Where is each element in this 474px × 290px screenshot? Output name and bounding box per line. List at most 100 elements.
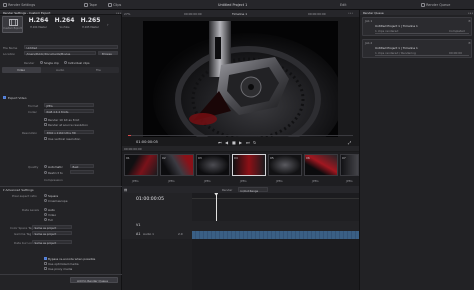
render-job[interactable]: Job 1 × Untitled Project 1 | Timeline 1 … — [362, 17, 472, 36]
render-10bit-checkbox[interactable] — [44, 118, 47, 121]
preset-youtube[interactable]: H.264 YouTube — [54, 16, 75, 33]
zoom-level[interactable]: 27% — [124, 12, 130, 16]
clip-codec: JPEG — [312, 179, 319, 183]
render-range-select[interactable]: In/Out Range — [238, 187, 268, 193]
file-name-input[interactable]: Untitled — [24, 45, 118, 50]
tab-video[interactable]: Video — [2, 67, 41, 73]
resolution-select[interactable]: 3840 x 2160 Ultra HD — [44, 130, 94, 135]
go-to-start-button[interactable]: ⏮ — [218, 140, 222, 145]
timeline-view-icon[interactable]: ▤ — [124, 188, 127, 192]
clip-thumbnail-selected[interactable]: 04 — [232, 154, 266, 176]
scrubber-track[interactable] — [128, 135, 353, 136]
bypass-reencode-label: Bypass re-encode when possible — [48, 257, 96, 261]
single-clip-radio[interactable] — [40, 61, 43, 64]
source-resolution-checkbox[interactable] — [44, 123, 47, 126]
render-10bit-label: Render 10 bit as 8 bit — [48, 118, 80, 122]
more-options-icon[interactable]: ••• — [116, 11, 121, 15]
clip-thumbnail[interactable]: 02 — [160, 154, 194, 176]
vertical-resolution-checkbox[interactable] — [44, 137, 47, 140]
data-burn-select[interactable]: Same as project — [32, 240, 72, 245]
single-clip-label: Single clip — [44, 61, 59, 65]
data-burn-label: Data burn-in — [14, 241, 33, 245]
timeline-name[interactable]: Timeline 1 — [232, 12, 247, 16]
clip-codec: JPEG — [204, 179, 211, 183]
clips-toggle[interactable]: Clips — [108, 2, 121, 7]
video-frame — [143, 21, 338, 137]
clip-index-bar: 00:00:00:00 — [122, 146, 359, 151]
individual-clips-label: Individual clips — [68, 61, 90, 65]
tab-audio[interactable]: Audio — [41, 67, 80, 73]
data-full-radio[interactable] — [44, 218, 47, 221]
proxy-media-checkbox[interactable] — [44, 267, 47, 270]
timecode-in: 00:00:00:00 — [184, 11, 202, 16]
track-a1: A1 Audio 1 2.0 — [122, 230, 359, 239]
stop-button[interactable]: ■ — [232, 140, 236, 145]
timecode-out: 00:00:00:00 — [308, 11, 326, 16]
data-auto-radio[interactable] — [44, 208, 47, 211]
viewer-options-icon[interactable]: ••• — [348, 11, 353, 15]
tab-file[interactable]: File — [80, 67, 119, 73]
quality-automatic-radio[interactable] — [44, 165, 47, 168]
fullscreen-icon[interactable]: ⤢ — [348, 140, 351, 145]
gamma-select[interactable]: Same as project — [32, 231, 72, 236]
queue-options-icon[interactable]: ••• — [468, 11, 473, 15]
settings-tabs: Video Audio File — [2, 67, 119, 73]
render-queue-header: Render Queue ••• — [360, 10, 474, 15]
audio-track-name: Audio 1 — [143, 232, 154, 237]
color-space-select[interactable]: Same as project — [32, 225, 72, 230]
clip-thumbnail[interactable]: 05 — [268, 154, 302, 176]
clip-codec: JPEG — [276, 179, 283, 183]
clip-thumbnail[interactable]: 01 — [124, 154, 158, 176]
preset-custom-export[interactable]: Custom Export — [2, 16, 23, 33]
go-to-end-button[interactable]: ⏭ — [246, 140, 250, 145]
pixel-cinemascope-radio[interactable] — [44, 199, 47, 202]
render-job[interactable]: Job 2 × Untitled Project 1 | Timeline 1 … — [362, 39, 472, 58]
individual-clips-radio[interactable] — [64, 61, 67, 64]
render-settings-toggle[interactable]: Render Settings — [3, 2, 35, 7]
pixel-square-radio[interactable] — [44, 194, 47, 197]
clip-codec: JPEG — [168, 179, 175, 183]
preset-h265-master[interactable]: H.265 H.265 Master — [80, 16, 101, 33]
codec-select[interactable]: RGB 4:4:4 8 bits — [44, 109, 94, 114]
loop-button[interactable]: ↻ — [253, 140, 256, 145]
clip-strip: 01 02 03 04 05 06 07 JPEG JPEG JPEG JPEG… — [122, 152, 359, 186]
vertical-resolution-label: Use vertical resolution — [48, 137, 81, 141]
location-label: Location — [3, 52, 16, 56]
color-space-label: Color Space Tag — [10, 226, 34, 230]
tape-toggle[interactable]: Tape — [84, 2, 97, 7]
pixel-aspect-label: Pixel aspect ratio — [12, 194, 37, 198]
play-button[interactable]: ▶ — [239, 140, 242, 145]
optimized-media-checkbox[interactable] — [44, 262, 47, 265]
optimized-media-label: Use optimized media — [48, 262, 79, 266]
data-video-radio[interactable] — [44, 213, 47, 216]
data-levels-label: Data Levels — [22, 208, 39, 212]
render-queue-toggle[interactable]: Render Queue — [421, 2, 450, 7]
audio-clip[interactable] — [192, 230, 359, 239]
presets-scroll-icon[interactable]: › — [107, 22, 117, 27]
location-input[interactable]: /Users/Public/Documents/Movies — [24, 51, 96, 56]
quality-restrict-radio[interactable] — [44, 171, 47, 174]
browse-button[interactable]: Browse — [98, 51, 118, 56]
remove-job-icon[interactable]: × — [468, 41, 471, 45]
codec-label: Codec — [28, 110, 37, 114]
bypass-reencode-checkbox[interactable] — [44, 257, 47, 260]
render-settings-title: Render Settings - Custom Export — [3, 10, 51, 15]
advanced-settings-toggle[interactable]: ▾ Advanced Settings — [3, 188, 34, 192]
play-reverse-button[interactable]: ◀ — [225, 140, 228, 145]
quality-best-select[interactable]: Best — [70, 164, 94, 169]
format-select[interactable]: JPEG — [44, 103, 94, 108]
export-video-checkbox[interactable] — [3, 96, 6, 99]
remove-job-icon[interactable]: × — [468, 19, 471, 23]
data-full-label: Full — [48, 218, 53, 222]
clip-codec: JPEG — [346, 179, 353, 183]
current-timecode: 01:00:00:05 — [136, 140, 158, 144]
add-to-render-queue-button[interactable]: Add to Render Queue — [70, 277, 118, 283]
clip-thumbnail[interactable]: 03 — [196, 154, 230, 176]
edit-menu[interactable]: Edit — [340, 3, 347, 7]
clip-thumbnail[interactable]: 07 — [340, 154, 359, 176]
clip-thumbnail[interactable]: 06 — [304, 154, 338, 176]
compression-label: Compression — [44, 178, 63, 182]
preset-h264-master[interactable]: H.264 H.264 Master — [28, 16, 49, 33]
quality-restrict-input[interactable] — [70, 170, 94, 175]
audio-level: 2.0 — [178, 232, 183, 237]
